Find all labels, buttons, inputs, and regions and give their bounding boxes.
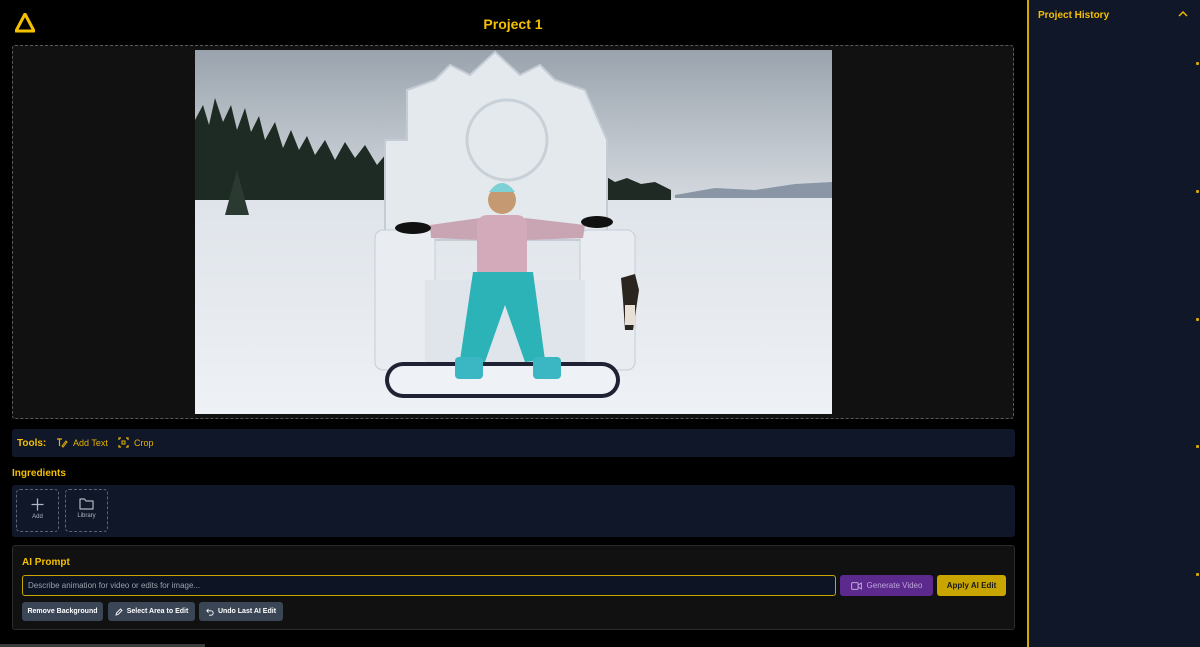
remove-background-button[interactable]: Remove Background — [22, 602, 103, 621]
undo-label: Undo Last AI Edit — [217, 608, 277, 615]
folder-icon — [79, 498, 94, 510]
crop-icon — [118, 437, 129, 448]
generate-video-button[interactable]: Generate Video — [840, 575, 933, 596]
chevron-up-icon[interactable] — [1178, 10, 1188, 17]
edit-icon — [115, 607, 123, 616]
add-text-label: Add Text — [73, 437, 108, 448]
project-history-title: Project History — [1038, 10, 1110, 21]
crop-label: Crop — [134, 437, 154, 448]
video-icon — [850, 581, 862, 590]
crop-tool[interactable]: Crop — [118, 437, 154, 448]
indicator-dot — [1196, 445, 1199, 448]
undo-ai-edit-button[interactable]: Undo Last AI Edit — [199, 602, 283, 621]
prompt-input[interactable] — [22, 575, 836, 596]
text-edit-icon — [57, 438, 68, 448]
ai-prompt-title: AI Prompt — [22, 557, 70, 568]
project-history-sidebar: Project History — [1027, 0, 1200, 647]
add-label: Add — [32, 514, 43, 520]
indicator-dot — [1196, 573, 1199, 576]
apply-ai-edit-button[interactable]: Apply AI Edit — [937, 575, 1006, 596]
add-text-tool[interactable]: Add Text — [56, 437, 108, 448]
indicator-dot — [1196, 190, 1199, 193]
tools-bar: Tools: Add Text Crop — [12, 429, 1015, 457]
plus-icon — [31, 498, 44, 511]
generate-video-label: Generate Video — [866, 581, 923, 590]
ai-prompt-panel: AI Prompt Generate Video Apply AI Edit R… — [12, 545, 1015, 630]
indicator-dot — [1196, 62, 1199, 65]
select-area-label: Select Area to Edit — [126, 608, 189, 615]
library-button[interactable]: Library — [65, 489, 108, 532]
add-ingredient-button[interactable]: Add — [16, 489, 59, 532]
undo-icon — [206, 608, 214, 616]
main-panel: Project 1 Tools: Add Text Crop Ingredien… — [0, 0, 1026, 647]
tools-label: Tools: — [17, 438, 47, 449]
select-area-button[interactable]: Select Area to Edit — [108, 602, 195, 621]
ingredients-title: Ingredients — [12, 468, 66, 479]
ingredients-panel: Add Library — [12, 485, 1015, 537]
photo — [195, 50, 832, 414]
indicator-dot — [1196, 318, 1199, 321]
page-title: Project 1 — [483, 16, 543, 32]
library-label: Library — [77, 513, 96, 519]
image-canvas[interactable] — [12, 45, 1014, 419]
